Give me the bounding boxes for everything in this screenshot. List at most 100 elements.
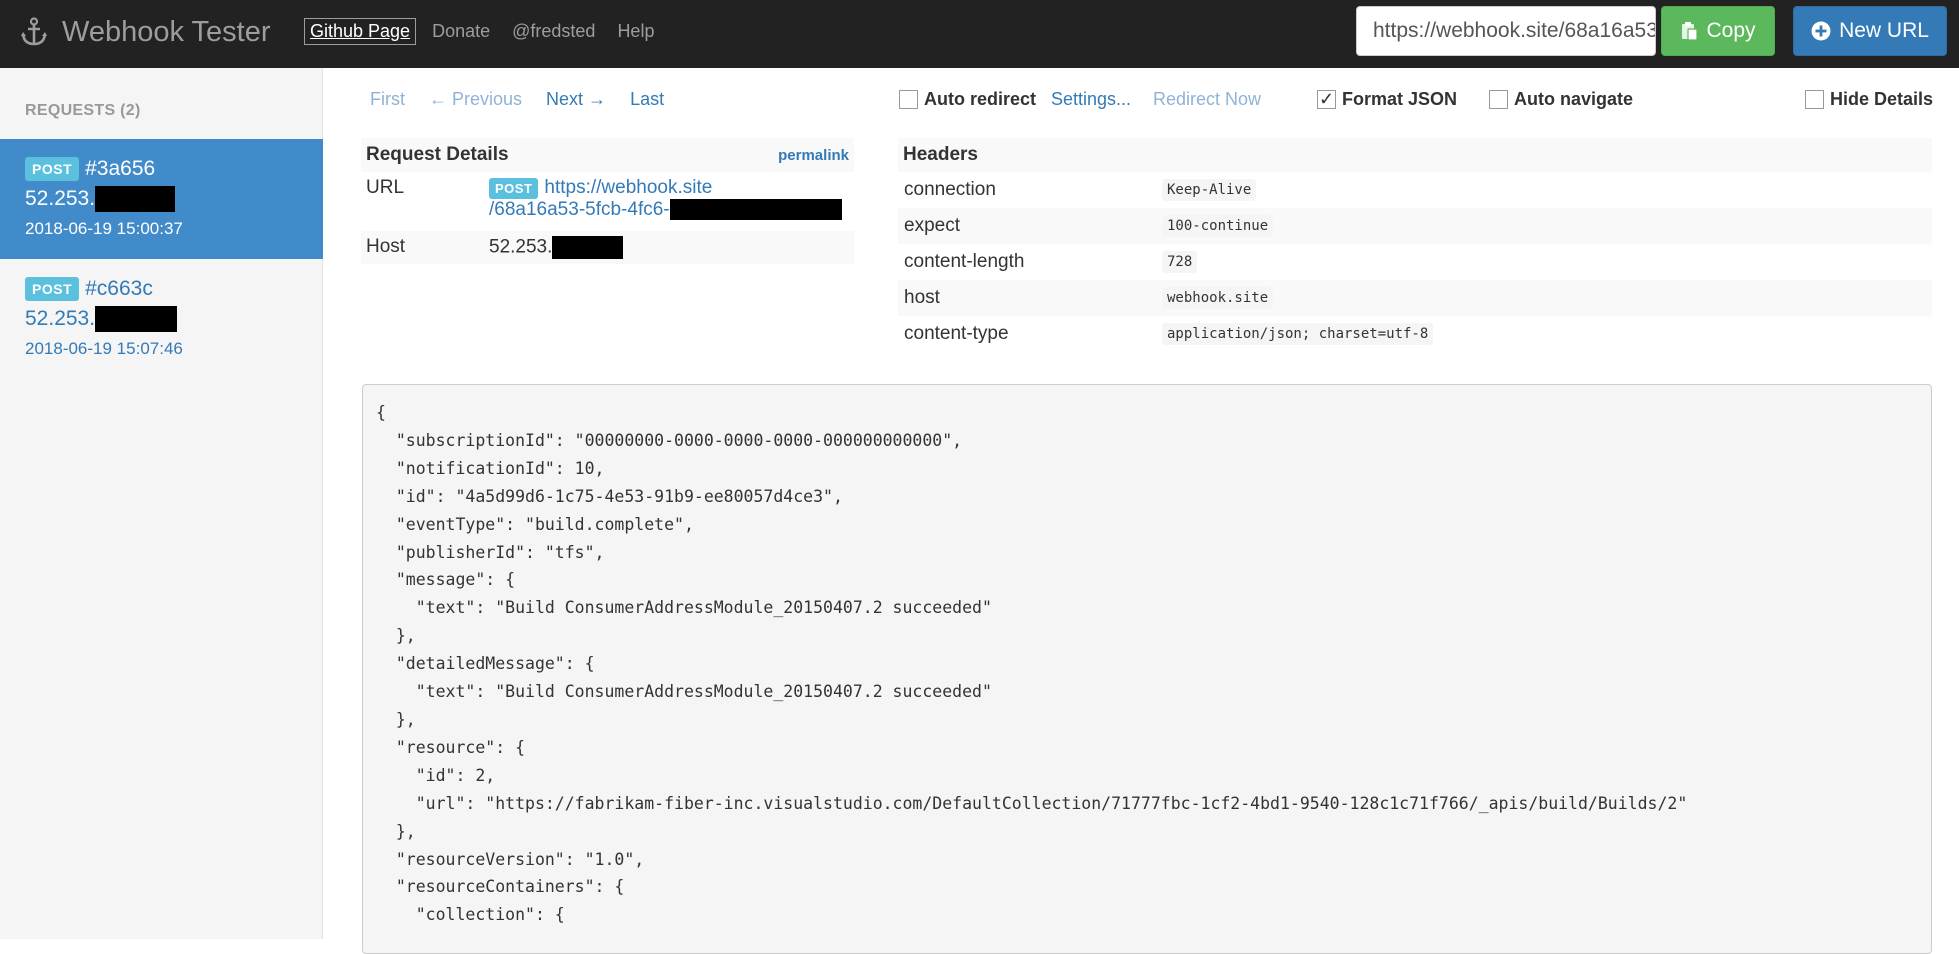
json-line: "subscriptionId": "00000000-0000-0000-00…: [376, 430, 963, 450]
format-json-option[interactable]: ✓ Format JSON: [1317, 89, 1457, 110]
json-line: },: [376, 821, 416, 841]
copy-button[interactable]: Copy: [1661, 6, 1775, 56]
json-line: "resourceContainers": {: [376, 877, 625, 897]
request-ip: 52.253.: [25, 305, 298, 333]
header-value: webhook.site: [1162, 287, 1274, 309]
detail-label: Host: [366, 236, 406, 257]
header-value: application/json; charset=utf-8: [1162, 323, 1434, 345]
json-line: "text": "Build ConsumerAddressModule_201…: [376, 682, 992, 702]
json-line: "text": "Build ConsumerAddressModule_201…: [376, 598, 992, 618]
redaction-block: [95, 186, 176, 212]
copy-label: Copy: [1706, 19, 1756, 42]
nav-fredsted[interactable]: @fredsted: [512, 21, 595, 42]
format-json-label: Format JSON: [1342, 89, 1458, 109]
detail-value: POST https://webhook.site /68a16a53-5fcb-…: [489, 177, 842, 226]
nav-donate[interactable]: Donate: [432, 21, 490, 42]
permalink-link[interactable]: permalink: [778, 147, 849, 164]
json-line: "publisherId": "tfs",: [376, 542, 605, 562]
json-line: "eventType": "build.complete",: [376, 514, 694, 534]
request-id: #3a656: [85, 157, 156, 180]
request-ip-text: 52.253.: [25, 187, 96, 210]
settings-link[interactable]: Settings...: [1051, 89, 1131, 110]
redaction-block: [552, 236, 624, 259]
headers-title: Headers: [903, 144, 978, 165]
request-date: 2018-06-19 15:07:46: [25, 339, 183, 358]
json-line: },: [376, 626, 416, 646]
request-date: 2018-06-19 15:00:37: [25, 219, 183, 238]
method-badge: POST: [25, 157, 80, 181]
pager-last[interactable]: Last: [630, 89, 664, 110]
detail-label: URL: [366, 177, 405, 198]
header-key: content-type: [904, 323, 1009, 344]
app-title: Webhook Tester: [62, 15, 271, 48]
header-value: Keep-Alive: [1162, 179, 1257, 201]
request-details-panel: Request Details permalink URL POST https:…: [361, 138, 854, 264]
pager-first[interactable]: First: [370, 89, 405, 110]
json-line: "detailedMessage": {: [376, 654, 595, 674]
headers-panel: Headers connection Keep-Alive expect 100…: [898, 138, 1932, 352]
host-value: 52.253.: [489, 236, 553, 258]
json-line: "resource": {: [376, 737, 526, 757]
hide-details-checkbox[interactable]: [1805, 90, 1824, 109]
requests-header: REQUESTS (2): [25, 102, 141, 119]
plus-circle-icon: [1811, 21, 1831, 41]
json-line: "message": {: [376, 570, 516, 590]
header-row: content-type application/json; charset=u…: [898, 316, 1932, 352]
hide-details-option[interactable]: Hide Details: [1805, 89, 1933, 110]
header-key: expect: [904, 215, 960, 236]
auto-navigate-label: Auto navigate: [1514, 89, 1634, 109]
method-badge: POST: [489, 178, 539, 199]
nav-links: Github Page Donate @fredsted Help: [304, 17, 676, 45]
requests-sidebar: REQUESTS (2) POST #3a656 52.253. 2018-06…: [0, 68, 323, 939]
method-badge: POST: [25, 277, 80, 301]
detail-value: 52.253.: [489, 236, 624, 259]
json-line: "id": "4a5d99d6-1c75-4e53-91b9-ee80057d4…: [376, 486, 843, 506]
anchor-icon: [21, 17, 47, 46]
json-line: "collection": {: [376, 905, 565, 925]
header-row: host webhook.site: [898, 280, 1932, 316]
detail-row-host: Host 52.253.: [361, 231, 854, 264]
header-value: 100-continue: [1162, 215, 1274, 237]
json-line: {: [376, 403, 386, 422]
nav-help[interactable]: Help: [617, 21, 654, 42]
pager: First ← Previous Next → Last: [370, 89, 688, 110]
detail-row-url: URL POST https://webhook.site /68a16a53-5…: [361, 172, 854, 231]
auto-redirect-option[interactable]: Auto redirect: [899, 89, 1036, 110]
header-row: connection Keep-Alive: [898, 172, 1932, 208]
clipboard-icon: [1682, 22, 1699, 41]
auto-navigate-checkbox[interactable]: [1489, 90, 1508, 109]
json-line: "id": 2,: [376, 765, 496, 785]
json-line: "notificationId": 10,: [376, 458, 605, 478]
headers-header: Headers: [898, 138, 1932, 172]
format-json-checkbox[interactable]: ✓: [1317, 89, 1336, 109]
new-url-button[interactable]: New URL: [1793, 6, 1947, 56]
request-item[interactable]: POST #c663c 52.253. 2018-06-19 15:07:46: [0, 259, 323, 379]
header-row: content-length 728: [898, 244, 1932, 280]
header-row: expect 100-continue: [898, 208, 1932, 244]
request-url-link[interactable]: https://webhook.site: [544, 177, 712, 198]
top-navbar: Webhook Tester Github Page Donate @freds…: [0, 0, 1959, 68]
nav-github-page[interactable]: Github Page: [304, 17, 417, 45]
brand[interactable]: Webhook Tester: [20, 12, 271, 52]
redirect-now-link[interactable]: Redirect Now: [1153, 89, 1261, 110]
json-line: "url": "https://fabrikam-fiber-inc.visua…: [376, 793, 1688, 813]
header-key: content-length: [904, 251, 1025, 272]
hide-details-label: Hide Details: [1830, 89, 1934, 109]
auto-navigate-option[interactable]: Auto navigate: [1489, 89, 1633, 110]
auto-redirect-checkbox[interactable]: [899, 90, 918, 109]
webhook-url-field[interactable]: https://webhook.site/68a16a53-5fcb-4fc6-: [1356, 6, 1656, 56]
json-line: "resourceVersion": "1.0",: [376, 849, 645, 869]
request-url-path[interactable]: /68a16a53-5fcb-4fc6-: [489, 199, 670, 220]
request-item[interactable]: POST #3a656 52.253. 2018-06-19 15:00:37: [0, 139, 323, 259]
redaction-block: [95, 306, 178, 332]
header-key: connection: [904, 179, 996, 200]
pager-previous[interactable]: ← Previous: [429, 89, 522, 110]
header-value: 728: [1162, 251, 1198, 273]
auto-redirect-label: Auto redirect: [924, 89, 1037, 109]
request-ip-text: 52.253.: [25, 307, 96, 330]
json-line: },: [376, 709, 416, 729]
json-body: { "subscriptionId": "00000000-0000-0000-…: [376, 399, 1918, 929]
pager-next[interactable]: Next →: [546, 89, 606, 110]
request-body[interactable]: { "subscriptionId": "00000000-0000-0000-…: [362, 384, 1932, 954]
redaction-block: [669, 199, 842, 221]
